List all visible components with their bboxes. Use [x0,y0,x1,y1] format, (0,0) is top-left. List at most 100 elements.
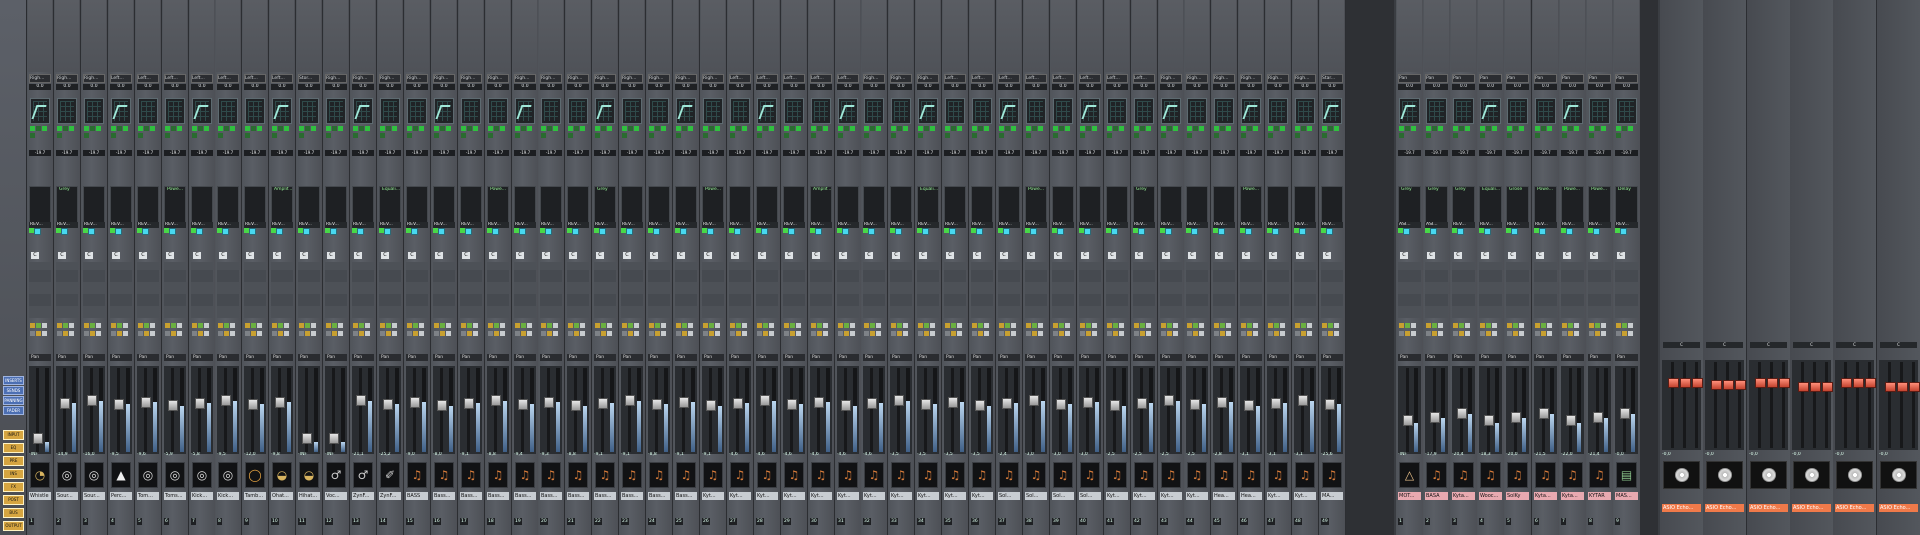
solo-button[interactable] [1513,323,1518,328]
solo-button[interactable] [494,323,499,328]
read-button[interactable] [1119,323,1124,328]
fx-channel-name[interactable]: ASIO Echo... [1662,504,1701,512]
volume-fader[interactable] [1403,415,1413,426]
send-channel-button[interactable]: C [516,252,524,259]
record-button[interactable] [1492,331,1497,336]
eq-band-led[interactable] [1086,126,1091,131]
eq-band-led[interactable] [527,126,532,131]
eq-band-led[interactable] [326,133,331,138]
pan-control[interactable]: Pan [83,354,105,361]
solo-button[interactable] [1140,323,1145,328]
mute-button[interactable] [811,323,816,328]
pan-control[interactable]: Pan [1615,354,1638,361]
read-button[interactable] [1601,323,1606,328]
eq-band-led[interactable] [757,126,762,131]
solo-button[interactable] [628,323,633,328]
eq-curve-display[interactable] [434,98,454,124]
eq-band-led[interactable] [326,126,331,131]
send-channel-button[interactable]: C [1242,252,1250,259]
volume-fader[interactable] [518,399,528,410]
write-button[interactable] [568,331,573,336]
pan-control[interactable]: Pan [1240,354,1262,361]
mute-button[interactable] [138,323,143,328]
eq-curve-display[interactable] [1453,98,1474,124]
eq-band-led[interactable] [817,126,822,131]
volume-fader[interactable] [1620,408,1630,419]
eq-band-led[interactable] [769,126,774,131]
record-button[interactable] [850,331,855,336]
track-name-field[interactable]: Voc... [325,492,347,500]
eq-band-led[interactable] [299,133,304,138]
send-channel-button[interactable]: C [677,252,685,259]
eq-curve-display[interactable] [1295,98,1315,124]
tab-post[interactable]: POST [3,495,24,505]
fx-channel-name[interactable]: ASIO Echo... [1792,504,1831,512]
read-button[interactable] [957,323,962,328]
record-button[interactable] [338,331,343,336]
eq-band-led[interactable] [359,126,364,131]
monitor-button[interactable] [467,331,472,336]
eq-band-led[interactable] [305,126,310,131]
write-button[interactable] [838,331,843,336]
volume-fader[interactable] [356,395,366,406]
volume-fader[interactable] [87,395,97,406]
read-button[interactable] [1280,323,1285,328]
write-button[interactable] [1134,331,1139,336]
volume-fader[interactable] [141,397,151,408]
send-channel-button[interactable]: C [1536,252,1544,259]
eq-curve-display[interactable] [918,98,938,124]
record-button[interactable] [1334,331,1339,336]
record-button[interactable] [419,331,424,336]
fx-channel-name[interactable]: ASIO Echo... [1879,504,1918,512]
record-button[interactable] [1146,331,1151,336]
send-channel-button[interactable]: C [112,252,120,259]
view-inserts-button[interactable]: INSERTS [3,376,24,385]
eq-band-led[interactable] [1107,126,1112,131]
pan-control[interactable]: Pan [137,354,159,361]
monitor-button[interactable] [924,331,929,336]
bus-name-field[interactable]: KYTAR [1588,492,1611,500]
write-button[interactable] [541,331,546,336]
monitor-button[interactable] [1113,331,1118,336]
record-button[interactable] [1011,331,1016,336]
eq-band-led[interactable] [440,126,445,131]
eq-band-led[interactable] [1134,126,1139,131]
send-prefader-button[interactable] [61,228,68,235]
read-button[interactable] [769,323,774,328]
mute-button[interactable] [1295,323,1300,328]
eq-band-led[interactable] [1295,133,1300,138]
pan-control[interactable]: Pan [648,354,670,361]
track-name-field[interactable]: Bass... [621,492,643,500]
eq-band-led[interactable] [1562,126,1567,131]
send-prefader-button[interactable] [222,228,229,235]
eq-curve-display[interactable] [757,98,777,124]
write-button[interactable] [999,331,1004,336]
eq-band-led[interactable] [57,133,62,138]
record-button[interactable] [1574,331,1579,336]
send-channel-button[interactable]: C [1590,252,1598,259]
insert-slot[interactable]: Grose [1507,187,1528,193]
view-sends-button[interactable]: SENDS [3,386,24,395]
eq-band-led[interactable] [138,126,143,131]
write-button[interactable] [1295,331,1300,336]
fx-volume-fader[interactable] [1909,382,1920,392]
record-button[interactable] [957,331,962,336]
eq-band-led[interactable] [1065,126,1070,131]
solo-button[interactable] [655,323,660,328]
record-button[interactable] [1119,331,1124,336]
volume-fader[interactable] [383,399,393,410]
pan-control[interactable]: Pan [702,354,724,361]
mute-button[interactable] [30,323,35,328]
pan-control[interactable]: Pan [298,354,320,361]
read-button[interactable] [1307,323,1312,328]
volume-fader[interactable] [598,398,608,409]
eq-band-led[interactable] [1616,126,1621,131]
send-prefader-button[interactable] [895,228,902,235]
send-prefader-button[interactable] [1003,228,1010,235]
monitor-button[interactable] [386,331,391,336]
write-button[interactable] [972,331,977,336]
solo-button[interactable] [978,323,983,328]
eq-band-led[interactable] [165,133,170,138]
pan-control[interactable]: Pan [514,354,536,361]
fx-channel-routing[interactable]: C [1793,342,1830,348]
